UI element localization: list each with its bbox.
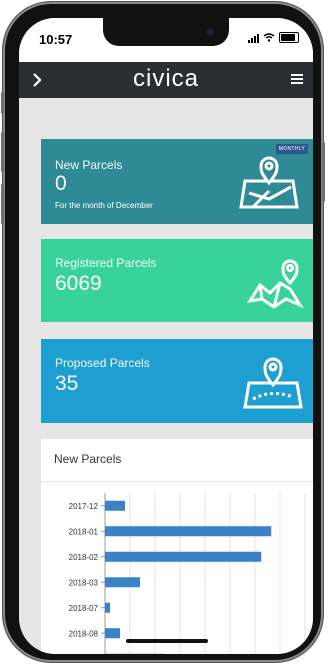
card-subtitle: For the month of December [55, 201, 153, 210]
new-parcels-card[interactable]: MONTHLY New Parcels 0 For the month of D… [41, 139, 313, 224]
status-icons [248, 32, 299, 43]
volume-down-button [1, 184, 4, 224]
new-parcels-chart-panel: New Parcels 2017-12 2018-01 2018-02 2018-03… [41, 439, 313, 654]
brand-logo: civica [132, 65, 199, 92]
chart-category-label: 2018-08 [69, 629, 99, 638]
chart-bar [105, 628, 120, 639]
app-screen: 10:57 civica MONTHLY New Parcels 0 For t… [19, 18, 313, 654]
volume-up-button [1, 132, 4, 172]
menu-icon[interactable] [291, 74, 303, 86]
new-parcels-bar-chart: 2017-12 2018-01 2018-02 2018-03 2018-07 2018-… [69, 493, 306, 654]
mute-switch [1, 92, 4, 114]
camera [207, 29, 213, 35]
chart-title: New Parcels [54, 452, 122, 466]
status-bar: 10:57 [19, 18, 313, 62]
notch [103, 18, 229, 46]
power-button [322, 142, 325, 202]
registered-parcels-card[interactable]: Registered Parcels 6069 [41, 239, 313, 322]
chart-bar [105, 526, 272, 537]
app-bar: civica [19, 62, 313, 98]
wifi-icon [263, 33, 275, 42]
phone-frame: 10:57 civica MONTHLY New Parcels 0 For t… [1, 2, 325, 662]
card-value: 6069 [55, 272, 102, 295]
chart-bar [105, 500, 125, 511]
chart-category-label: 2018-03 [69, 578, 99, 587]
map-pin-icon [239, 156, 299, 209]
chart-category-label: 2018-07 [69, 604, 99, 613]
card-label: Registered Parcels [55, 256, 157, 270]
card-label: New Parcels [55, 158, 123, 172]
battery-icon [279, 32, 299, 43]
card-label: Proposed Parcels [55, 356, 150, 370]
chart-bar [105, 602, 110, 613]
card-value: 35 [55, 372, 79, 395]
chart-category-label: 2018-02 [69, 553, 99, 562]
chart-bar [105, 577, 140, 588]
card-value: 0 [55, 172, 67, 195]
home-indicator [126, 639, 208, 643]
proposed-parcels-card[interactable]: Proposed Parcels 35 [41, 339, 313, 423]
chart-category-label: 2018-01 [69, 527, 99, 536]
chart-divider [41, 481, 313, 482]
status-time: 10:57 [39, 32, 73, 47]
map-pin-icon [243, 357, 303, 409]
map-pin-icon [246, 259, 304, 309]
chart-bar [105, 551, 262, 562]
signal-icon [248, 33, 259, 43]
chart-category-label: 2017-12 [69, 502, 99, 511]
